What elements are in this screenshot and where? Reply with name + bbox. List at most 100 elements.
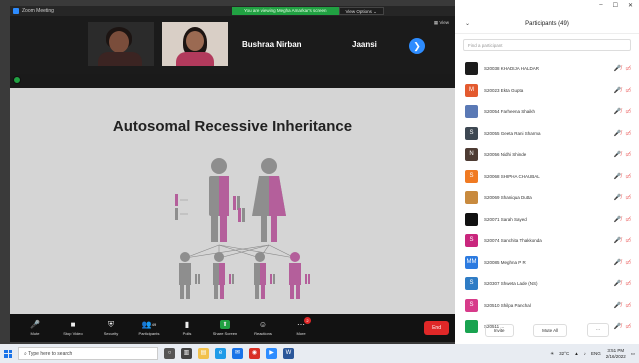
muted-microphone-icon[interactable]: 🎤̸ (614, 108, 621, 115)
participant-row[interactable]: MM S20085 Meghna P R 🎤̸ ▭̸ (455, 252, 639, 274)
participants-title: Participants (49) (525, 20, 569, 27)
participant-row[interactable]: S S20510 Shilpa Panchal 🎤̸ ▭̸ (455, 295, 639, 317)
video-tile-1[interactable] (88, 22, 154, 66)
muted-microphone-icon[interactable]: 🎤̸ (614, 151, 621, 158)
video-off-icon[interactable]: ▭̸ (625, 280, 631, 287)
muted-microphone-icon[interactable]: 🎤̸ (614, 194, 621, 201)
video-off-icon[interactable]: ▭̸ (625, 302, 631, 309)
chrome-icon[interactable]: ◉ (249, 348, 260, 359)
inheritance-lines (184, 244, 296, 259)
participant-row[interactable]: S20071 Sarah Sayed 🎤̸ ▭̸ (455, 209, 639, 231)
muted-microphone-icon[interactable]: 🎤̸ (614, 130, 621, 137)
view-button[interactable]: ▦ View (434, 20, 449, 26)
participant-row[interactable]: M S20023 Ekta Gupta 🎤̸ ▭̸ (455, 80, 639, 102)
muted-microphone-icon[interactable]: 🎤̸ (614, 237, 621, 244)
participant-row[interactable]: N S20056 Nidhi Shinde 🎤̸ ▭̸ (455, 144, 639, 166)
video-off-icon[interactable]: ▭̸ (625, 237, 631, 244)
video-off-icon[interactable]: ▭̸ (625, 130, 631, 137)
view-options-button[interactable]: View Options ⌄ (338, 7, 384, 15)
video-off-icon[interactable]: ▭̸ (625, 65, 631, 72)
participant-name: S20023 Ekta Gupta (484, 87, 524, 93)
participant-row[interactable]: S20069 Shaniqua Dutta 🎤̸ ▭̸ (455, 187, 639, 209)
muted-microphone-icon[interactable]: 🎤̸ (614, 259, 621, 266)
legend-swatch (175, 208, 178, 220)
file-explorer-icon[interactable]: ▤ (198, 348, 209, 359)
parent-female-figure (238, 158, 286, 242)
zoom-logo-icon (13, 8, 19, 14)
maximize-button[interactable]: ☐ (613, 2, 618, 9)
participant-row[interactable]: S S20055 Geeta Rani Sharma 🎤̸ ▭̸ (455, 123, 639, 145)
search-icon[interactable]: ○ (164, 348, 175, 359)
muted-microphone-icon[interactable]: 🎤̸ (614, 173, 621, 180)
taskbar-search-input[interactable]: ⌕ Type here to search (18, 347, 158, 360)
child-affected-figure (289, 252, 310, 299)
video-off-icon[interactable]: ▭̸ (625, 216, 631, 223)
child-carrier-figure (254, 252, 275, 299)
share-banner: You are viewing Megha Amarkar's screen V… (232, 7, 384, 15)
more-options-button[interactable]: ⋯ (586, 323, 610, 337)
share-screen-button[interactable]: ⬆ Share Screen (206, 320, 244, 336)
muted-microphone-icon[interactable]: 🎤̸ (614, 65, 621, 72)
language-label[interactable]: ENG (591, 351, 601, 356)
stop-video-button[interactable]: ■ Stop Video (54, 320, 92, 336)
word-icon[interactable]: W (283, 348, 294, 359)
participant-row[interactable]: S20038 KHADIJA HALDAR 🎤̸ ▭̸ (455, 58, 639, 80)
security-shield-icon (13, 76, 21, 84)
zoom-app-icon[interactable]: ▶ (266, 348, 277, 359)
chevron-down-icon[interactable]: ⌄ (465, 20, 470, 27)
volume-icon[interactable]: ♪ (584, 351, 586, 356)
clock-date: 2/16/2022 (605, 353, 626, 359)
windows-taskbar: ⌕ Type here to search ○ ▥ ▤ e ✉ ◉ ▶ W ☀ … (0, 344, 639, 363)
edge-browser-icon[interactable]: e (215, 348, 226, 359)
notification-badge: 2 (304, 317, 311, 324)
end-meeting-button[interactable]: End (424, 321, 449, 335)
close-button[interactable]: ✕ (628, 2, 633, 9)
minimize-button[interactable]: – (599, 2, 602, 9)
participant-name: S20056 Nidhi Shinde (484, 152, 527, 158)
muted-microphone-icon[interactable]: 🎤̸ (614, 302, 621, 309)
weather-temp: 32°C (559, 351, 570, 356)
participant-row[interactable]: S S20074 Sanchita Thakkonda 🎤̸ ▭̸ (455, 230, 639, 252)
muted-microphone-icon[interactable]: 🎤̸ (614, 280, 621, 287)
muted-microphone-icon[interactable]: 🎤̸ (614, 87, 621, 94)
next-page-button[interactable]: ❯ (409, 38, 425, 54)
video-off-icon[interactable]: ▭̸ (625, 87, 631, 94)
participant-row[interactable]: S S20307 Shweta Lade (NS) 🎤̸ ▭̸ (455, 273, 639, 295)
mail-icon[interactable]: ✉ (232, 348, 243, 359)
participant-search-input[interactable]: Find a participant (463, 39, 631, 51)
notification-icon[interactable]: ▭ (631, 351, 635, 357)
video-off-icon[interactable]: ▭̸ (625, 259, 631, 266)
network-icon[interactable]: ▲ (574, 351, 578, 356)
reactions-button[interactable]: ☺ Reactions (244, 320, 282, 336)
window-controls: – ☐ ✕ (599, 2, 633, 9)
video-tile-2[interactable] (162, 22, 228, 66)
video-off-icon[interactable]: ▭̸ (625, 151, 631, 158)
muted-microphone-icon[interactable]: 🎤̸ (614, 216, 621, 223)
participants-panel: – ☐ ✕ ⌄ Participants (49) Find a partici… (455, 0, 639, 344)
participant-row[interactable]: S20054 Farheena Shaikh 🎤̸ ▭̸ (455, 101, 639, 123)
toolbar-label: Stop Video (63, 331, 83, 336)
avatar (465, 62, 478, 76)
avatar (465, 191, 478, 205)
child-unaffected-figure (179, 252, 200, 299)
mute-all-button[interactable]: Mute All (533, 323, 568, 337)
avatar: N (465, 148, 478, 162)
participant-name: S20054 Farheena Shaikh (484, 109, 536, 115)
participant-name: S20071 Sarah Sayed (484, 216, 527, 222)
invite-button[interactable]: Invite (484, 323, 514, 337)
shield-icon: ⛨ (108, 319, 114, 329)
security-button[interactable]: ⛨ Security (92, 319, 130, 337)
mute-button[interactable]: 🎤 Mute (16, 320, 54, 336)
task-view-icon[interactable]: ▥ (181, 348, 192, 359)
legend-swatch (175, 194, 178, 206)
windows-start-icon[interactable] (4, 349, 12, 358)
polls-button[interactable]: ▮ Polls (168, 320, 206, 336)
video-off-icon[interactable]: ▭̸ (625, 173, 631, 180)
clock[interactable]: 3:51 PM 2/16/2022 (606, 348, 626, 360)
more-button[interactable]: ⋯ 2 More (282, 317, 320, 336)
toolbar-label: Polls (182, 331, 192, 336)
participants-button[interactable]: 👥 49 Participants (130, 320, 168, 336)
video-off-icon[interactable]: ▭̸ (625, 108, 631, 115)
video-off-icon[interactable]: ▭̸ (625, 194, 631, 201)
participant-row[interactable]: S S20068 SHIPHA CHAUBAL 🎤̸ ▭̸ (455, 166, 639, 188)
